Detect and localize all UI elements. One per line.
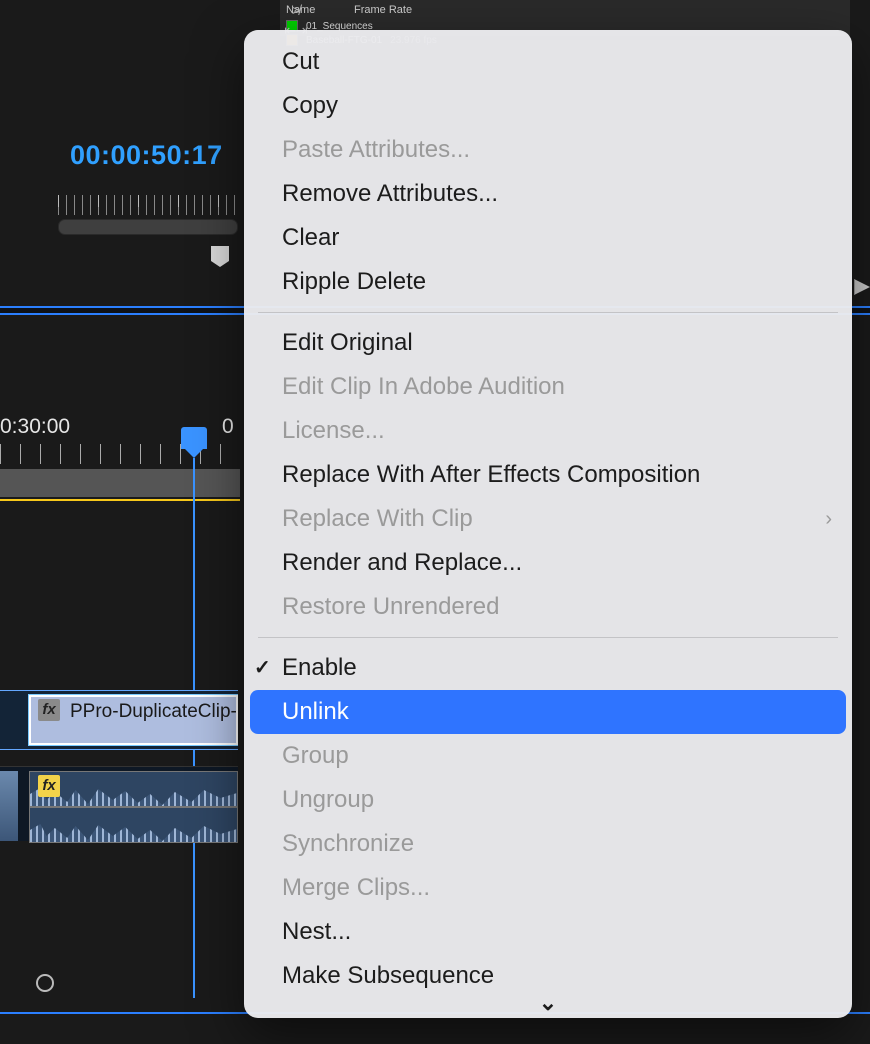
menu-item-label: Remove Attributes... xyxy=(282,172,498,216)
in-out-range[interactable] xyxy=(0,499,240,501)
app-frame: Name Frame Rate 01_Sequences Baseball-FT… xyxy=(0,0,870,1044)
menu-item-paste-attributes: Paste Attributes... xyxy=(244,128,852,172)
menu-item-cut[interactable]: Cut xyxy=(244,40,852,84)
chevron-right-icon: › xyxy=(825,497,832,541)
menu-item-group: Group xyxy=(244,734,852,778)
menu-item-license: License... xyxy=(244,409,852,453)
playhead[interactable] xyxy=(181,427,207,449)
menu-item-label: Merge Clips... xyxy=(282,866,430,910)
audio-track-clip[interactable]: fx xyxy=(0,766,238,841)
scrub-bar[interactable] xyxy=(58,219,238,235)
ruler-time: 0 xyxy=(222,415,234,439)
menu-item-label: Paste Attributes... xyxy=(282,128,470,172)
menu-item-enable[interactable]: ✓Enable xyxy=(244,646,852,690)
marker-flag-icon[interactable] xyxy=(209,245,231,269)
menu-item-label: Edit Original xyxy=(282,321,413,365)
menu-item-render-and-replace[interactable]: Render and Replace... xyxy=(244,541,852,585)
scrub-ticks xyxy=(58,195,238,215)
menu-item-label: Ungroup xyxy=(282,778,374,822)
menu-item-edit-clip-in-adobe-audition: Edit Clip In Adobe Audition xyxy=(244,365,852,409)
audio-clip-edge xyxy=(0,771,18,841)
menu-item-restore-unrendered: Restore Unrendered xyxy=(244,585,852,629)
check-icon: ✓ xyxy=(254,646,271,690)
context-menu: CutCopyPaste Attributes...Remove Attribu… xyxy=(244,30,852,1018)
menu-item-unlink[interactable]: Unlink xyxy=(250,690,846,734)
step-forward-icon[interactable] xyxy=(854,279,870,295)
source-timecode[interactable]: 00:00:50:17 xyxy=(70,140,223,171)
menu-item-label: Cut xyxy=(282,40,319,84)
audio-channel-left[interactable] xyxy=(29,771,238,807)
menu-item-label: Copy xyxy=(282,84,338,128)
menu-item-label: Unlink xyxy=(282,690,349,734)
menu-item-ripple-delete[interactable]: Ripple Delete xyxy=(244,260,852,304)
waveform xyxy=(30,822,237,842)
menu-item-label: Ripple Delete xyxy=(282,260,426,304)
menu-item-nest[interactable]: Nest... xyxy=(244,910,852,954)
menu-overflow-icon[interactable]: ⌄ xyxy=(539,990,557,1016)
fx-badge-icon[interactable]: fx xyxy=(38,699,60,721)
video-track-clip[interactable]: fx PPro-DuplicateClip- xyxy=(0,690,238,750)
menu-item-label: Make Subsequence xyxy=(282,954,494,998)
menu-item-label: Synchronize xyxy=(282,822,414,866)
menu-item-label: Edit Clip In Adobe Audition xyxy=(282,365,565,409)
menu-item-label: Replace With After Effects Composition xyxy=(282,453,700,497)
menu-item-label: License... xyxy=(282,409,385,453)
menu-item-label: Restore Unrendered xyxy=(282,585,499,629)
menu-item-synchronize: Synchronize xyxy=(244,822,852,866)
menu-item-copy[interactable]: Copy xyxy=(244,84,852,128)
menu-item-label: Enable xyxy=(282,646,357,690)
playhead-knob[interactable] xyxy=(181,427,207,449)
ruler-time: 0:30:00 xyxy=(0,415,70,438)
snap-icon[interactable]: ≯ xyxy=(292,2,300,18)
menu-item-clear[interactable]: Clear xyxy=(244,216,852,260)
menu-item-label: Replace With Clip xyxy=(282,497,473,541)
col-framerate: Frame Rate xyxy=(354,4,412,16)
audio-channel-right[interactable] xyxy=(29,807,238,843)
menu-item-merge-clips: Merge Clips... xyxy=(244,866,852,910)
menu-separator xyxy=(258,637,838,638)
waveform xyxy=(30,786,237,806)
source-scrub-area[interactable] xyxy=(58,195,238,235)
clip-label: PPro-DuplicateClip- xyxy=(70,701,237,723)
menu-item-replace-with-after-effects-composition[interactable]: Replace With After Effects Composition xyxy=(244,453,852,497)
menu-item-replace-with-clip: Replace With Clip › xyxy=(244,497,852,541)
menu-item-remove-attributes[interactable]: Remove Attributes... xyxy=(244,172,852,216)
timeline-options-icon[interactable] xyxy=(36,974,54,992)
menu-item-label: Render and Replace... xyxy=(282,541,522,585)
menu-item-label: Clear xyxy=(282,216,339,260)
fx-badge-icon[interactable]: fx xyxy=(38,775,60,797)
menu-item-label: Nest... xyxy=(282,910,351,954)
menu-item-ungroup: Ungroup xyxy=(244,778,852,822)
menu-item-edit-original[interactable]: Edit Original xyxy=(244,321,852,365)
menu-item-label: Group xyxy=(282,734,349,778)
menu-separator xyxy=(258,312,838,313)
work-area-bar[interactable] xyxy=(0,469,240,497)
